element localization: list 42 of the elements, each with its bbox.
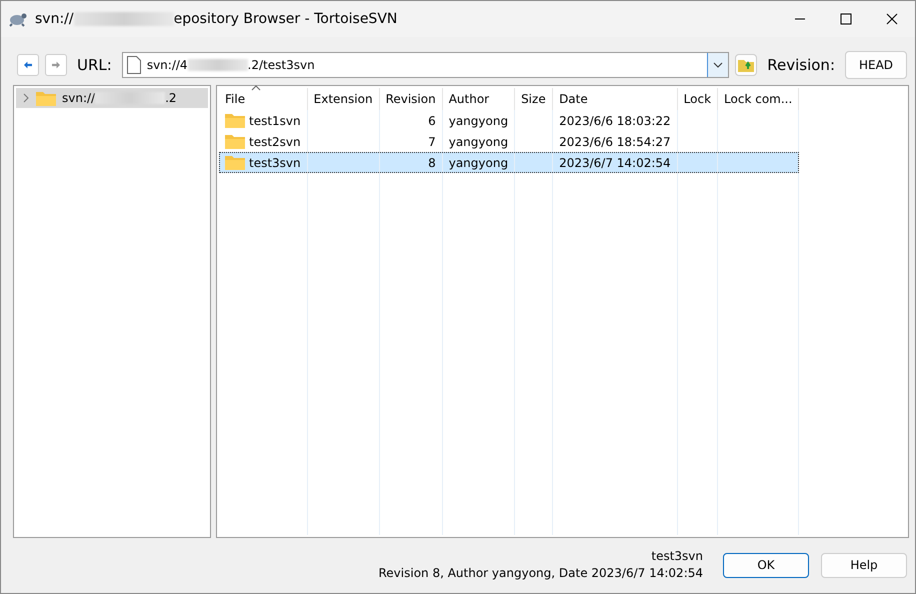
column-header[interactable]: Size <box>514 88 553 110</box>
file-name[interactable]: test2svn <box>249 134 301 148</box>
column-header[interactable]: Author <box>442 88 515 110</box>
folder-up-icon <box>738 58 754 72</box>
column-header[interactable]: File <box>219 88 308 110</box>
window-title: epository Browser - TortoiseSVN <box>174 11 398 27</box>
column-header[interactable]: Lock com... <box>718 88 799 110</box>
table-cell: yangyong <box>442 110 515 131</box>
table-cell: 6 <box>379 110 442 131</box>
head-button[interactable]: HEAD <box>845 51 907 79</box>
column-header[interactable]: Revision <box>379 88 442 110</box>
dialog-button[interactable]: Help <box>821 552 907 578</box>
folder-up-button[interactable] <box>735 54 758 76</box>
table-cell: yangyong <box>442 152 515 173</box>
right-arrow-icon <box>52 59 60 71</box>
folder-icon <box>225 134 245 149</box>
left-arrow-icon <box>24 59 32 71</box>
column-header[interactable]: Lock <box>677 88 718 110</box>
status-text: test3svn <box>650 548 703 565</box>
document-icon <box>126 56 141 74</box>
tree-item[interactable]: svn:// .2 <box>16 88 208 108</box>
revision-label: Revision: <box>767 56 835 74</box>
back-button[interactable] <box>17 54 39 76</box>
table-cell: 2023/6/7 14:02:54 <box>552 152 678 173</box>
table-cell: 8 <box>379 152 442 173</box>
folder-icon <box>225 155 245 170</box>
table-cell: 2023/6/6 18:03:22 <box>552 110 678 131</box>
forward-button[interactable] <box>45 54 67 76</box>
sort-caret-icon <box>251 85 261 91</box>
column-header[interactable]: Date <box>552 88 678 110</box>
window-title-start: svn:// <box>35 11 74 27</box>
url-field[interactable]: svn://4 .2/test3svn <box>122 52 730 78</box>
chevron-icon[interactable] <box>22 93 30 103</box>
status-text: Revision 8, Author yangyong, Date 2023/6/7 14:02:54 <box>378 565 703 582</box>
file-name[interactable]: test1svn <box>249 114 301 128</box>
turtle-icon <box>9 11 27 27</box>
folder-icon <box>225 113 245 128</box>
url-label: URL: <box>77 56 112 74</box>
dialog-button[interactable]: OK <box>723 552 809 578</box>
column-header[interactable]: Extension <box>307 88 380 110</box>
caret-icon[interactable] <box>713 62 724 68</box>
folder-icon <box>36 90 56 106</box>
